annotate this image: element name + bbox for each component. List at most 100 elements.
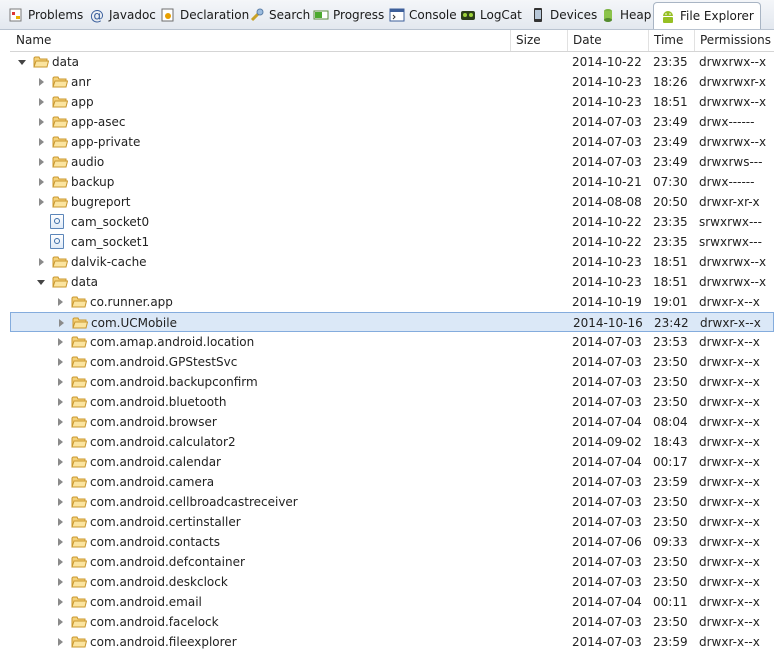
- tree-row[interactable]: dalvik-cache 2014-10-23 18:51 drwxrwx--x: [10, 252, 774, 272]
- tab-heap[interactable]: Heap: [600, 3, 651, 27]
- file-permissions: drwxrwx--x: [699, 255, 767, 269]
- tree-row[interactable]: com.android.contacts 2014-07-06 09:33 drwxr…: [10, 532, 774, 552]
- file-date: 2014-07-03: [572, 135, 642, 149]
- collapse-arrow-icon[interactable]: [58, 418, 63, 426]
- collapse-arrow-icon[interactable]: [58, 398, 63, 406]
- tree-row[interactable]: com.android.GPStestSvc 2014-07-03 23:50 drw…: [10, 352, 774, 372]
- tree-row[interactable]: com.android.calculator2 2014-09-02 18:43 dr…: [10, 432, 774, 452]
- collapse-arrow-icon[interactable]: [58, 478, 63, 486]
- tree-row[interactable]: com.android.fileexplorer 2014-07-03 23:59 d…: [10, 632, 774, 652]
- tab-progress[interactable]: Progress: [313, 3, 384, 27]
- expand-arrow-icon[interactable]: [37, 280, 45, 285]
- tree-row[interactable]: com.android.browser 2014-07-04 08:04 drwxr-…: [10, 412, 774, 432]
- tree-row[interactable]: com.android.camera 2014-07-03 23:59 drwxr-x…: [10, 472, 774, 492]
- tree-row[interactable]: com.android.facelock 2014-07-03 23:50 drwxr…: [10, 612, 774, 632]
- file-tree: data 2014-10-22 23:35 drwxrwx--x anr 2014-10-…: [10, 52, 774, 657]
- collapse-arrow-icon[interactable]: [58, 298, 63, 306]
- collapse-arrow-icon[interactable]: [59, 319, 64, 327]
- collapse-arrow-icon[interactable]: [58, 498, 63, 506]
- collapse-arrow-icon[interactable]: [39, 78, 44, 86]
- column-header-name[interactable]: Name: [10, 30, 510, 51]
- collapse-arrow-icon[interactable]: [39, 118, 44, 126]
- tree-row[interactable]: com.android.cellbroadcastreceiver 2014-07…: [10, 492, 774, 512]
- expand-arrow-icon[interactable]: [18, 60, 26, 65]
- collapse-arrow-icon[interactable]: [58, 558, 63, 566]
- file-time: 23:50: [653, 395, 688, 409]
- collapse-arrow-icon[interactable]: [39, 98, 44, 106]
- collapse-arrow-icon[interactable]: [58, 458, 63, 466]
- tab-declaration[interactable]: Declaration: [160, 3, 249, 27]
- file-permissions: drwxr-x--x: [699, 295, 760, 309]
- tab-search[interactable]: Search: [249, 3, 310, 27]
- file-permissions: drwxr-x--x: [699, 575, 760, 589]
- file-time: 23:49: [653, 135, 688, 149]
- file-permissions: drwxrwx--x: [699, 275, 767, 289]
- tree-row[interactable]: com.android.calendar 2014-07-04 00:17 drwxr…: [10, 452, 774, 472]
- tab-console[interactable]: Console: [389, 3, 457, 27]
- file-time: 23:50: [653, 615, 688, 629]
- collapse-arrow-icon[interactable]: [58, 338, 63, 346]
- file-time: 23:53: [653, 335, 688, 349]
- tree-row[interactable]: co.runner.app 2014-10-19 19:01 drwxr-x--x: [10, 292, 774, 312]
- collapse-arrow-icon[interactable]: [39, 258, 44, 266]
- tree-row[interactable]: anr 2014-10-23 18:26 drwxrwxr-x: [10, 72, 774, 92]
- collapse-arrow-icon[interactable]: [58, 598, 63, 606]
- collapse-arrow-icon[interactable]: [58, 638, 63, 646]
- file-permissions: drwxr-x--x: [699, 555, 760, 569]
- collapse-arrow-icon[interactable]: [58, 518, 63, 526]
- file-permissions: drwxr-x--x: [699, 455, 760, 469]
- tab-problems[interactable]: Problems: [8, 3, 83, 27]
- column-header-size[interactable]: Size: [510, 30, 568, 51]
- column-header-date[interactable]: Date: [567, 30, 649, 51]
- tree-row[interactable]: com.amap.android.location 2014-07-03 23:53…: [10, 332, 774, 352]
- file-name: com.android.facelock: [90, 615, 219, 629]
- folder-icon: [71, 495, 88, 509]
- file-name: cam_socket1: [71, 235, 150, 249]
- file-permissions: drwxr-x--x: [699, 395, 760, 409]
- column-header-time[interactable]: Time: [648, 30, 694, 51]
- tree-row[interactable]: app-asec 2014-07-03 23:49 drwx------: [10, 112, 774, 132]
- tree-row[interactable]: cam_socket0 2014-10-22 23:35 srwxrwx---: [10, 212, 774, 232]
- file-name: com.amap.android.location: [90, 335, 255, 349]
- tab-devices[interactable]: Devices: [530, 3, 597, 27]
- file-date: 2014-07-03: [572, 475, 642, 489]
- tab-file-explorer[interactable]: File Explorer: [653, 2, 761, 29]
- collapse-arrow-icon[interactable]: [58, 358, 63, 366]
- tree-row[interactable]: com.android.email 2014-07-04 00:11 drwxr-x-…: [10, 592, 774, 612]
- collapse-arrow-icon[interactable]: [39, 158, 44, 166]
- tree-row[interactable]: cam_socket1 2014-10-22 23:35 srwxrwx---: [10, 232, 774, 252]
- tree-row[interactable]: com.android.bluetooth 2014-07-03 23:50 drwx…: [10, 392, 774, 412]
- tab-logcat[interactable]: LogCat: [460, 3, 522, 27]
- collapse-arrow-icon[interactable]: [58, 378, 63, 386]
- collapse-arrow-icon[interactable]: [58, 578, 63, 586]
- file-name: com.android.calendar: [90, 455, 221, 469]
- file-name: com.UCMobile: [91, 316, 177, 330]
- tree-row[interactable]: app 2014-10-23 18:51 drwxrwx--x: [10, 92, 774, 112]
- column-header-permissions[interactable]: Permissions: [694, 30, 774, 51]
- tree-row[interactable]: com.android.backupconfirm 2014-07-03 23:50…: [10, 372, 774, 392]
- file-time: 18:26: [653, 75, 688, 89]
- file-name: com.android.calculator2: [90, 435, 236, 449]
- tree-row[interactable]: com.android.certinstaller 2014-07-03 23:50…: [10, 512, 774, 532]
- tree-row[interactable]: data 2014-10-23 18:51 drwxrwx--x: [10, 272, 774, 292]
- tree-row[interactable]: com.UCMobile 2014-10-16 23:42 drwxr-x--x: [10, 312, 774, 332]
- collapse-arrow-icon[interactable]: [39, 198, 44, 206]
- search-icon: [249, 7, 265, 23]
- collapse-arrow-icon[interactable]: [39, 178, 44, 186]
- tree-row[interactable]: backup 2014-10-21 07:30 drwx------: [10, 172, 774, 192]
- folder-icon: [71, 555, 88, 569]
- collapse-arrow-icon[interactable]: [58, 538, 63, 546]
- tab-javadoc[interactable]: @ Javadoc: [89, 3, 156, 27]
- tree-row[interactable]: app-private 2014-07-03 23:49 drwxrwx--x: [10, 132, 774, 152]
- tree-row[interactable]: com.android.deskclock 2014-07-03 23:50 drwx…: [10, 572, 774, 592]
- file-permissions: drwxr-x--x: [699, 595, 760, 609]
- tree-row[interactable]: com.android.defcontainer 2014-07-03 23:50 d…: [10, 552, 774, 572]
- collapse-arrow-icon[interactable]: [39, 138, 44, 146]
- tree-row[interactable]: bugreport 2014-08-08 20:50 drwxr-xr-x: [10, 192, 774, 212]
- collapse-arrow-icon[interactable]: [58, 618, 63, 626]
- tree-row[interactable]: data 2014-10-22 23:35 drwxrwx--x: [10, 52, 774, 72]
- folder-icon: [71, 535, 88, 549]
- file-permissions: drwxr-x--x: [699, 335, 760, 349]
- tree-row[interactable]: audio 2014-07-03 23:49 drwxrws---: [10, 152, 774, 172]
- collapse-arrow-icon[interactable]: [58, 438, 63, 446]
